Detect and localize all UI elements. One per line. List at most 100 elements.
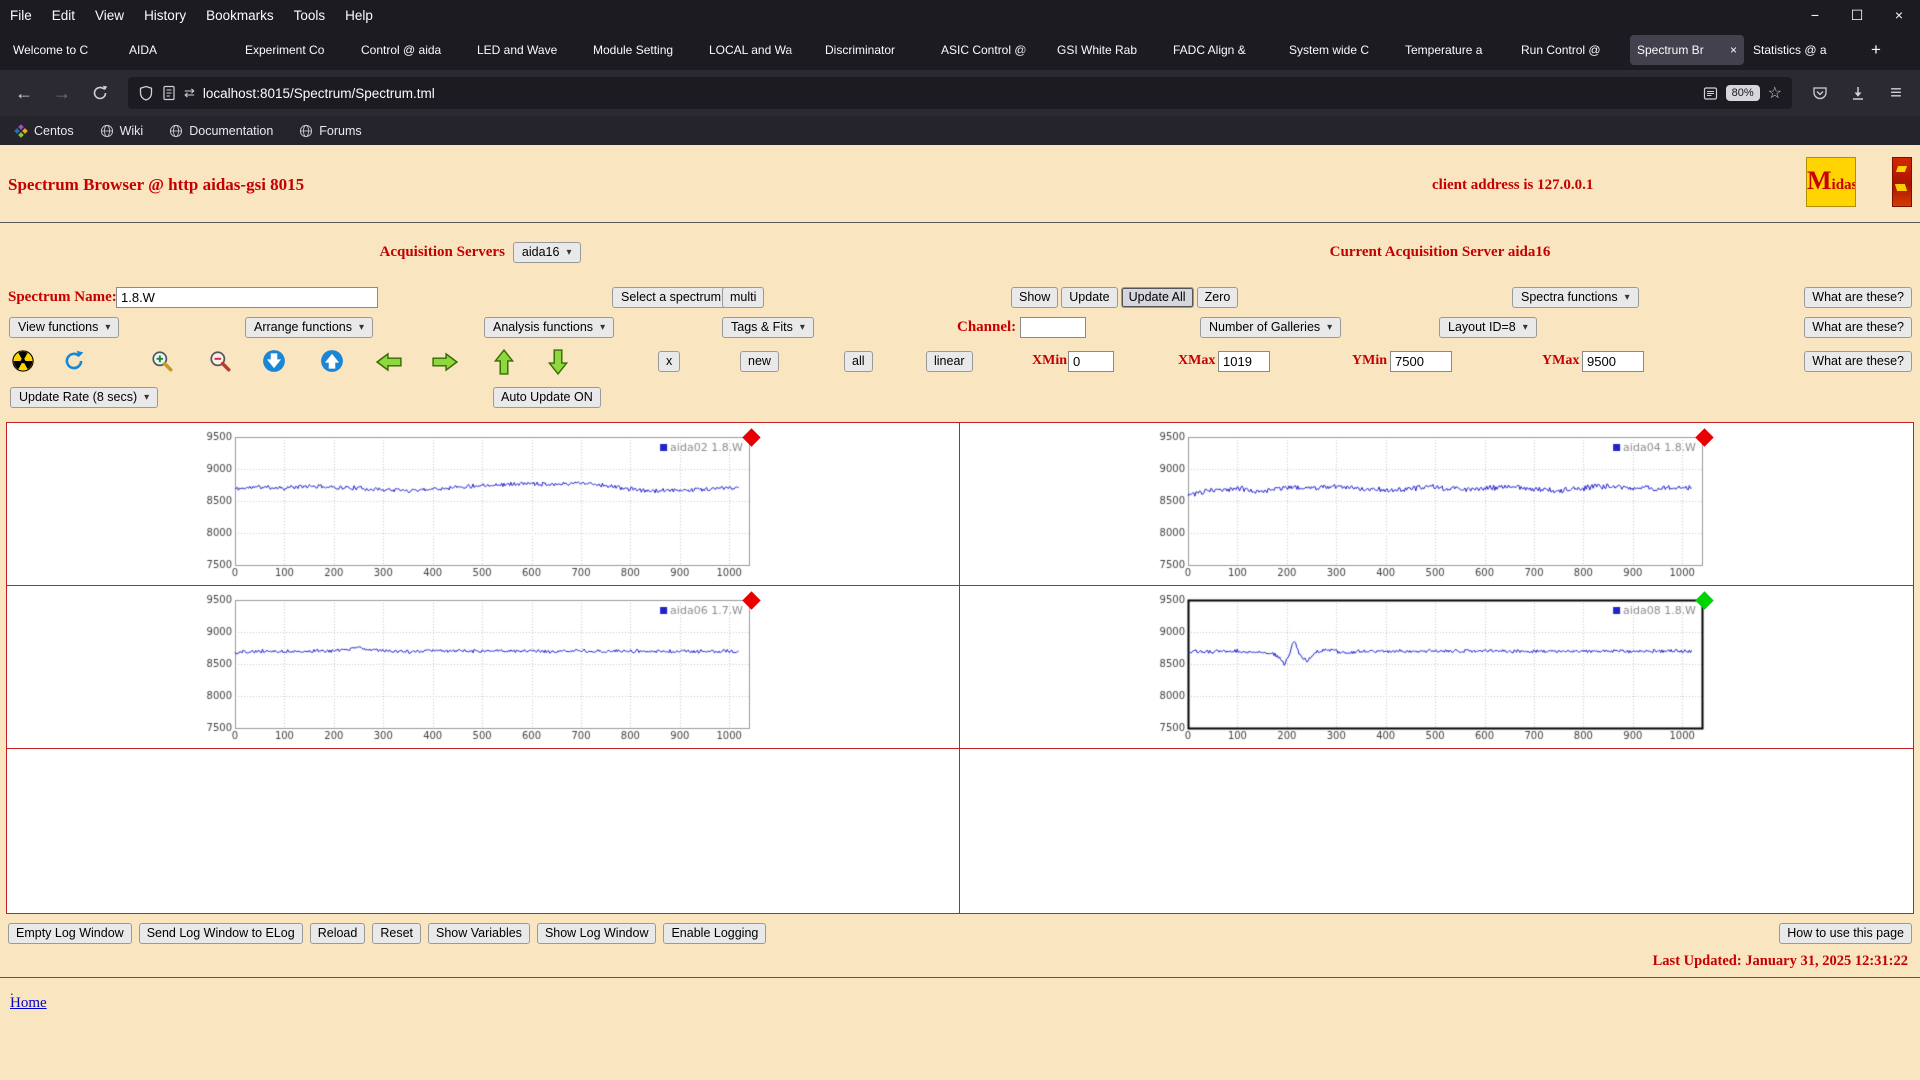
- menu-help[interactable]: Help: [335, 4, 383, 27]
- menu-history[interactable]: History: [134, 4, 196, 27]
- enable-logging-button[interactable]: Enable Logging: [663, 923, 767, 944]
- show-variables-button[interactable]: Show Variables: [428, 923, 530, 944]
- tab-asic-control-[interactable]: ASIC Control @: [934, 35, 1048, 65]
- minimize-button[interactable]: −: [1794, 7, 1836, 23]
- zero-button[interactable]: Zero: [1196, 287, 1239, 308]
- tags-fits-dropdown[interactable]: Tags & Fits ▾: [722, 317, 814, 338]
- close-button[interactable]: ×: [1878, 7, 1920, 23]
- new-button[interactable]: new: [740, 351, 779, 372]
- spectrum-name-input[interactable]: [116, 287, 378, 308]
- radiation-icon[interactable]: [12, 350, 34, 372]
- x-button[interactable]: x: [658, 351, 681, 372]
- tab-spectrum-br[interactable]: Spectrum Br ×: [1630, 35, 1744, 65]
- reload-button[interactable]: [84, 77, 116, 109]
- pocket-icon[interactable]: [1804, 77, 1836, 109]
- show-log-window-button[interactable]: Show Log Window: [536, 923, 657, 944]
- forward-button[interactable]: →: [46, 77, 78, 109]
- back-button[interactable]: ←: [8, 77, 40, 109]
- tab-fadc-align-[interactable]: FADC Align &: [1166, 35, 1280, 65]
- tab-temperature-a[interactable]: Temperature a: [1398, 35, 1512, 65]
- layout-id-dropdown[interactable]: Layout ID=8 ▾: [1439, 317, 1537, 338]
- arrow-right-icon[interactable]: [432, 352, 458, 372]
- zoom-indicator[interactable]: 80%: [1725, 85, 1760, 101]
- spectrum-chart-aida02[interactable]: [195, 431, 755, 581]
- sync-icon[interactable]: [62, 349, 86, 373]
- update-all-button[interactable]: Update All: [1120, 287, 1194, 308]
- tab-close-icon[interactable]: ×: [1730, 43, 1737, 57]
- bookmark-centos[interactable]: Centos: [14, 124, 74, 138]
- home-link[interactable]: Home: [10, 995, 47, 1012]
- menu-file[interactable]: File: [0, 4, 42, 27]
- bookmark-documentation[interactable]: Documentation: [169, 124, 273, 138]
- spectrum-chart-aida06[interactable]: [195, 594, 755, 744]
- zoom-out-icon[interactable]: [208, 349, 232, 373]
- zoom-in-icon[interactable]: [150, 349, 174, 373]
- tab-statistics-a[interactable]: Statistics @ a: [1746, 35, 1860, 65]
- multi-button[interactable]: multi: [722, 287, 765, 308]
- arrow-down-icon[interactable]: [548, 349, 568, 375]
- number-of-galleries-dropdown[interactable]: Number of Galleries ▾: [1200, 317, 1342, 338]
- tab-aida[interactable]: AIDA: [122, 35, 236, 65]
- arrange-functions-dropdown[interactable]: Arrange functions ▾: [245, 317, 374, 338]
- shield-icon[interactable]: [138, 85, 154, 101]
- tab-module-setting[interactable]: Module Setting: [586, 35, 700, 65]
- shift-up-icon[interactable]: [320, 349, 344, 373]
- tab-system-wide-c[interactable]: System wide C: [1282, 35, 1396, 65]
- tab-local-and-wa[interactable]: LOCAL and Wa: [702, 35, 816, 65]
- menu-edit[interactable]: Edit: [42, 4, 85, 27]
- what-are-these-button[interactable]: What are these?: [1804, 351, 1912, 372]
- channel-input[interactable]: [1020, 317, 1086, 338]
- maximize-button[interactable]: ☐: [1836, 7, 1878, 24]
- site-permissions-icon[interactable]: ⇄: [184, 85, 195, 101]
- update-button[interactable]: Update: [1061, 287, 1118, 308]
- what-are-these-button[interactable]: What are these?: [1804, 287, 1912, 308]
- xmax-input[interactable]: [1218, 351, 1270, 372]
- spectrum-chart-aida08[interactable]: [1148, 594, 1708, 744]
- new-tab-button[interactable]: +: [1862, 36, 1890, 64]
- xmin-input[interactable]: [1068, 351, 1114, 372]
- auto-update-button[interactable]: Auto Update ON: [493, 387, 601, 408]
- reset-button[interactable]: Reset: [372, 923, 421, 944]
- ymax-input[interactable]: [1582, 351, 1644, 372]
- menu-tools[interactable]: Tools: [284, 4, 336, 27]
- how-to-use-button[interactable]: How to use this page: [1779, 923, 1912, 944]
- arrow-left-icon[interactable]: [376, 352, 402, 372]
- bookmark-forums[interactable]: Forums: [299, 124, 362, 138]
- downloads-icon[interactable]: [1842, 77, 1874, 109]
- last-updated-text: Last Updated: January 31, 2025 12:31:22: [1652, 953, 1908, 969]
- menu-view[interactable]: View: [85, 4, 134, 27]
- tab-run-control-[interactable]: Run Control @: [1514, 35, 1628, 65]
- reload-button[interactable]: Reload: [309, 923, 366, 944]
- ymin-input[interactable]: [1390, 351, 1452, 372]
- tab-gsi-white-rab[interactable]: GSI White Rab: [1050, 35, 1164, 65]
- shift-down-icon[interactable]: [262, 349, 286, 373]
- send-log-window-to-elog-button[interactable]: Send Log Window to ELog: [138, 923, 303, 944]
- menu-icon[interactable]: ≡: [1880, 77, 1912, 109]
- arrow-up-icon[interactable]: [494, 349, 514, 375]
- tab-welcome-to-c[interactable]: Welcome to C: [6, 35, 120, 65]
- analysis-functions-dropdown[interactable]: Analysis functions ▾: [484, 317, 615, 338]
- client-address: client address is 127.0.0.1: [1432, 177, 1594, 193]
- tab-discriminator[interactable]: Discriminator: [818, 35, 932, 65]
- what-are-these-button[interactable]: What are these?: [1804, 317, 1912, 338]
- midas-logo: Midas: [1806, 157, 1856, 207]
- url-bar[interactable]: ⇄ localhost:8015/Spectrum/Spectrum.tml 8…: [128, 77, 1792, 109]
- menu-bookmarks[interactable]: Bookmarks: [196, 4, 284, 27]
- bookmark-star-icon[interactable]: ☆: [1768, 83, 1782, 103]
- spectrum-chart-aida04[interactable]: [1148, 431, 1708, 581]
- tab-label: Module Setting: [593, 43, 674, 57]
- update-row: Update Rate (8 secs) ▾ Auto Update ON: [0, 387, 1920, 411]
- reader-mode-icon[interactable]: [1703, 86, 1718, 101]
- spectra-functions-dropdown[interactable]: Spectra functions ▾: [1512, 287, 1639, 308]
- update-rate-dropdown[interactable]: Update Rate (8 secs) ▾: [10, 387, 159, 408]
- tab-experiment-co[interactable]: Experiment Co: [238, 35, 352, 65]
- acquisition-server-select[interactable]: aida16 ▾: [512, 241, 581, 263]
- view-functions-dropdown[interactable]: View functions ▾: [9, 317, 120, 338]
- bookmark-wiki[interactable]: Wiki: [100, 124, 143, 138]
- all-button[interactable]: all: [844, 351, 873, 372]
- tab-led-and-wave[interactable]: LED and Wave: [470, 35, 584, 65]
- linear-button[interactable]: linear: [926, 351, 973, 372]
- show-button[interactable]: Show: [1011, 287, 1059, 308]
- tab-control-aida[interactable]: Control @ aida: [354, 35, 468, 65]
- empty-log-window-button[interactable]: Empty Log Window: [8, 923, 132, 944]
